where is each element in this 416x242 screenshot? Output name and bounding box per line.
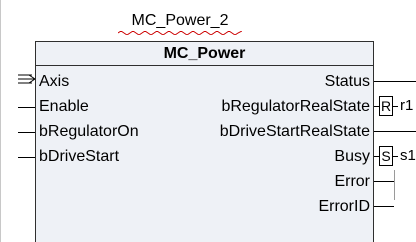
output-wire-status[interactable]: [374, 81, 416, 82]
reset-coil-wire: [393, 106, 398, 107]
output-wire-error[interactable]: [374, 181, 394, 182]
spelling-squiggle: [118, 31, 242, 35]
output-wire-errorid[interactable]: [374, 206, 394, 207]
reference-arrow-icon: [18, 74, 36, 84]
canvas-left-border: [0, 0, 1, 242]
output-pin-bdrivestartrealstate[interactable]: bDriveStartRealState: [220, 122, 370, 142]
input-pin-bdrivestart[interactable]: bDriveStart: [39, 147, 119, 167]
set-variable-label[interactable]: s1: [400, 146, 416, 166]
output-pin-error[interactable]: Error: [334, 172, 370, 192]
output-pin-bregulatorrealstate[interactable]: bRegulatorRealState: [221, 97, 370, 117]
set-coil[interactable]: S: [379, 146, 393, 166]
input-pin-enable[interactable]: Enable: [39, 97, 89, 117]
reset-coil[interactable]: R: [379, 96, 393, 116]
output-pin-status[interactable]: Status: [325, 72, 370, 92]
fbd-editor-canvas[interactable]: MC_Power_2 MC_Power Axis Enable bRegulat…: [0, 0, 416, 242]
instance-name-label[interactable]: MC_Power_2: [110, 11, 250, 35]
set-coil-wire: [393, 156, 398, 157]
output-pin-busy[interactable]: Busy: [334, 147, 370, 167]
output-pin-errorid[interactable]: ErrorID: [318, 197, 370, 217]
function-block-mc-power[interactable]: MC_Power Axis Enable bRegulatorOn bDrive…: [35, 41, 374, 242]
output-wire-bdrivestartrealstate[interactable]: [374, 131, 416, 132]
input-wire-bdrivestart[interactable]: [18, 157, 36, 158]
input-wire-enable[interactable]: [18, 107, 36, 108]
block-type-name: MC_Power: [36, 42, 373, 66]
right-connector-line: [394, 170, 395, 200]
input-pin-bregulatoron[interactable]: bRegulatorOn: [39, 122, 139, 142]
input-pin-axis[interactable]: Axis: [39, 72, 69, 92]
reset-variable-label[interactable]: r1: [400, 96, 413, 116]
instance-name-text: MC_Power_2: [131, 12, 229, 29]
input-wire-bregulatoron[interactable]: [18, 132, 36, 133]
